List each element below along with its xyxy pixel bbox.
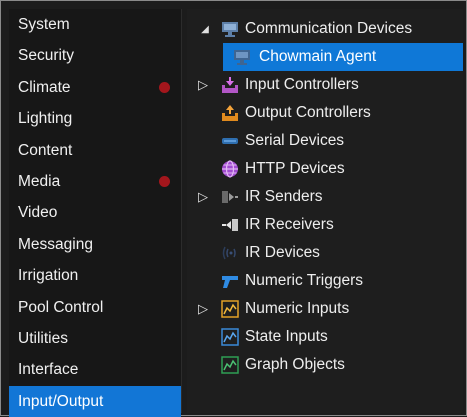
tree-item-output-controllers[interactable]: Output Controllers	[187, 99, 463, 127]
tree-item-state-inputs[interactable]: State Inputs	[187, 323, 463, 351]
tree-item-label: HTTP Devices	[245, 160, 345, 177]
sidebar-item-video[interactable]: Video	[9, 197, 181, 228]
sidebar-item-security[interactable]: Security	[9, 40, 181, 71]
sidebar-item-utilities[interactable]: Utilities	[9, 323, 181, 354]
ir-waves-icon	[222, 246, 236, 260]
sidebar-item-climate[interactable]: Climate	[9, 72, 181, 103]
output-tray-icon	[222, 105, 238, 121]
sidebar-item-label: Irrigation	[18, 267, 79, 285]
tree-item-graph-objects[interactable]: Graph Objects	[187, 351, 463, 379]
graph-orange-icon	[221, 300, 239, 318]
tree-item-ir-devices[interactable]: IR Devices	[187, 239, 463, 267]
tree-item-label: Communication Devices	[245, 20, 413, 37]
monitor-icon	[222, 22, 238, 37]
expand-arrow-icon[interactable]: ▷	[197, 295, 209, 323]
sidebar-item-label: Content	[18, 141, 73, 159]
sidebar-item-input-output[interactable]: Input/Output	[9, 385, 181, 417]
tree-item-label: Graph Objects	[245, 356, 345, 373]
sidebar-item-content[interactable]: Content	[9, 135, 181, 166]
sidebar-item-label: Media	[18, 172, 61, 190]
trigger-icon	[222, 276, 238, 288]
tree-item-communication-devices[interactable]: ◢ Communication Devices	[187, 15, 463, 43]
tree-item-label: Input Controllers	[245, 76, 359, 93]
window-frame: System Security Climate Lighting Content…	[0, 0, 467, 417]
alert-dot-icon	[159, 81, 170, 93]
sidebar-item-irrigation[interactable]: Irrigation	[9, 260, 181, 291]
expand-arrow-icon[interactable]: ▷	[197, 71, 209, 99]
tree-item-label: IR Devices	[245, 244, 320, 261]
tree-item-http-devices[interactable]: HTTP Devices	[187, 155, 463, 183]
tree-item-ir-receivers[interactable]: IR Receivers	[187, 211, 463, 239]
category-sidebar: System Security Climate Lighting Content…	[9, 9, 182, 417]
sidebar-item-media[interactable]: Media	[9, 166, 181, 197]
tree-item-chowmain-agent[interactable]: Chowmain Agent	[223, 43, 463, 71]
sidebar-item-label: Lighting	[18, 110, 73, 128]
tree-item-label: State Inputs	[245, 328, 328, 345]
graph-green-icon	[221, 356, 239, 374]
sidebar-item-label: Security	[18, 47, 74, 65]
tree-item-label: Chowmain Agent	[259, 48, 377, 65]
tree-item-label: Output Controllers	[245, 104, 371, 121]
serial-port-icon	[222, 138, 238, 144]
ir-sender-icon	[222, 191, 238, 203]
sidebar-item-label: Climate	[18, 78, 71, 96]
graph-blue-icon	[221, 328, 239, 346]
tree-item-numeric-inputs[interactable]: ▷ Numeric Inputs	[187, 295, 463, 323]
expand-arrow-icon[interactable]: ▷	[197, 183, 209, 211]
input-tray-icon	[222, 77, 238, 93]
tree-item-ir-senders[interactable]: ▷ IR Senders	[187, 183, 463, 211]
tree-item-label: Numeric Triggers	[245, 272, 363, 289]
sidebar-item-interface[interactable]: Interface	[9, 354, 181, 385]
sidebar-item-label: Utilities	[18, 329, 68, 347]
sidebar-item-messaging[interactable]: Messaging	[9, 229, 181, 260]
sidebar-item-label: Input/Output	[18, 392, 104, 410]
sidebar-item-label: Messaging	[18, 235, 93, 253]
sidebar-item-label: System	[18, 16, 70, 33]
sidebar-item-system[interactable]: System	[9, 9, 181, 40]
device-tree: ◢ Communication Devices Chowmain Agent ▷	[187, 9, 463, 413]
sidebar-item-label: Pool Control	[18, 298, 104, 316]
tree-item-label: Serial Devices	[245, 132, 345, 149]
tree-item-label: IR Receivers	[245, 216, 334, 233]
sidebar-item-label: Interface	[18, 361, 79, 379]
monitor-icon	[234, 50, 250, 65]
sidebar-item-pool-control[interactable]: Pool Control	[9, 292, 181, 323]
tree-item-label: Numeric Inputs	[245, 300, 350, 317]
tree-item-serial-devices[interactable]: Serial Devices	[187, 127, 463, 155]
tree-item-label: IR Senders	[245, 188, 323, 205]
alert-dot-icon	[159, 175, 170, 187]
sidebar-item-lighting[interactable]: Lighting	[9, 103, 181, 134]
tree-item-input-controllers[interactable]: ▷ Input Controllers	[187, 71, 463, 99]
globe-icon	[222, 160, 238, 178]
ir-receiver-icon	[222, 219, 238, 231]
sidebar-item-label: Video	[18, 204, 58, 222]
collapse-arrow-icon[interactable]: ◢	[199, 16, 211, 44]
tree-item-numeric-triggers[interactable]: Numeric Triggers	[187, 267, 463, 295]
